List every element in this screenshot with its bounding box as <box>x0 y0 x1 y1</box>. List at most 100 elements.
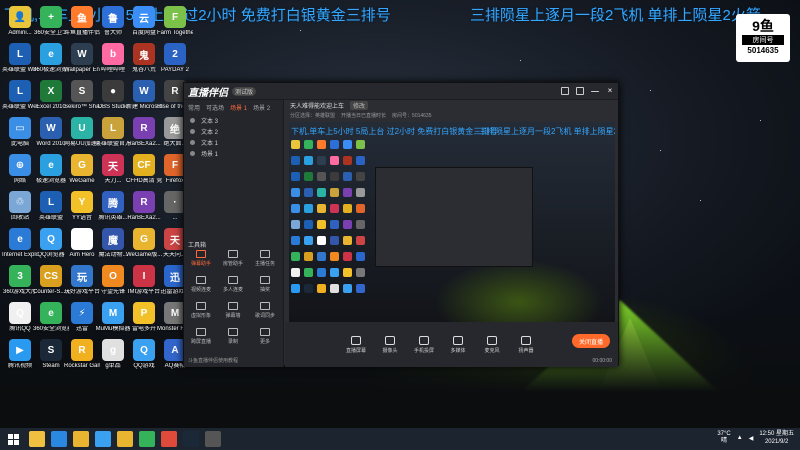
source-button[interactable]: 直播屏幕 <box>345 335 367 354</box>
preview-mini-icon <box>356 252 365 261</box>
preview-mini-icon <box>304 268 313 277</box>
source-button[interactable]: 摄像头 <box>379 335 401 354</box>
tool-button[interactable]: 录制 <box>220 328 246 350</box>
tool-button[interactable]: 更多 <box>252 328 278 350</box>
tool-button[interactable]: 多人连麦 <box>220 276 246 298</box>
taskbar-steam-icon[interactable] <box>183 431 199 447</box>
volume-icon[interactable]: ◀ <box>749 435 754 442</box>
preview-mini-icon <box>317 236 326 245</box>
tool-button[interactable]: 弹幕墙 <box>220 302 246 324</box>
weather-desc: 晴 <box>721 438 728 444</box>
eye-icon[interactable] <box>190 151 195 156</box>
minimize-icon[interactable] <box>591 90 599 92</box>
eye-icon[interactable] <box>190 140 195 145</box>
app-icon: L <box>9 43 31 65</box>
clock-time: 12:50 星期五 <box>759 431 794 437</box>
live-companion-window[interactable]: 直播伴侣 测试版 × 常用 可选场 场景 1 场景 2 文本 3 文本 2 文本… <box>183 82 619 367</box>
tutorial-link[interactable]: 斗鱼直播伴侣使用教程 <box>188 357 238 364</box>
tab-optional[interactable]: 可选场 <box>206 103 224 112</box>
start-button[interactable] <box>0 428 26 450</box>
preview-overlay-right: 三排陨星上逐月一段2飞机 单排上陨星2火箭 <box>479 127 615 136</box>
source-button[interactable]: 手机投屏 <box>413 335 435 354</box>
stop-live-button[interactable]: 关闭直播 <box>572 334 610 348</box>
app-icon: O <box>102 265 124 287</box>
preview-mini-icon <box>317 252 326 261</box>
preview-mini-icon <box>304 172 313 181</box>
preview-mini-icon <box>304 140 313 149</box>
preview-mini-icon <box>291 220 300 229</box>
scene-item[interactable]: 场景 1 <box>184 148 283 159</box>
app-icon: L <box>40 191 62 213</box>
preview-mini-icon <box>343 236 352 245</box>
tool-label: 虚拟形象 <box>190 313 211 319</box>
app-icon: e <box>40 43 62 65</box>
app-icon: 鬼 <box>133 43 155 65</box>
source-icon <box>419 335 429 345</box>
preview-mini-icon <box>343 252 352 261</box>
app-icon: M <box>102 302 124 324</box>
eye-icon[interactable] <box>190 129 195 134</box>
app-icon: R <box>133 117 155 139</box>
preview-mini-icon <box>330 252 339 261</box>
taskbar-obs-icon[interactable] <box>205 431 221 447</box>
tab-common[interactable]: 常用 <box>188 103 200 112</box>
source-icon <box>385 335 395 345</box>
tool-button[interactable]: 跨屏直播 <box>188 328 214 350</box>
source-button[interactable]: 麦克风 <box>481 335 503 354</box>
weather-widget[interactable]: 37°C 晴 <box>717 431 730 445</box>
taskbar-qq-icon[interactable] <box>95 431 111 447</box>
edit-title-button[interactable]: 修改 <box>350 101 369 110</box>
source-button[interactable]: 多媒体 <box>447 335 469 354</box>
app-icon: Q <box>9 302 31 324</box>
notification-icon[interactable] <box>561 87 569 95</box>
taskbar-wegame-icon[interactable] <box>117 431 133 447</box>
preview-mini-icon <box>291 156 300 165</box>
app-icon: P <box>133 302 155 324</box>
app-icon: e <box>9 228 31 250</box>
preview-mini-icon <box>356 220 365 229</box>
source-icon <box>453 335 463 345</box>
eye-icon[interactable] <box>190 118 195 123</box>
taskbar-folder-icon[interactable] <box>73 431 89 447</box>
settings-icon[interactable] <box>576 87 584 95</box>
tool-icon <box>196 328 206 336</box>
preview-mini-icon <box>330 140 339 149</box>
taskbar-edge-icon[interactable] <box>51 431 67 447</box>
tool-button[interactable]: 虚拟形象 <box>188 302 214 324</box>
tool-button[interactable]: 视频连麦 <box>188 276 214 298</box>
tool-button[interactable]: 歌词同步 <box>252 302 278 324</box>
tab-scene-1[interactable]: 场景 1 <box>230 103 247 112</box>
source-button[interactable]: 扬声器 <box>515 335 537 354</box>
taskbar-explorer-icon[interactable] <box>29 431 45 447</box>
stream-preview[interactable]: 下机,单车上5小时 5局上台 过2小时 免费打白银黄金三排号 三排陨星上逐月一段… <box>289 122 615 322</box>
tool-button[interactable]: 抽奖 <box>252 276 278 298</box>
preview-mini-icon <box>356 204 365 213</box>
app-icon: R <box>133 191 155 213</box>
source-icon <box>487 335 497 345</box>
app-icon: ♲ <box>9 191 31 213</box>
app-icon: ● <box>102 80 124 102</box>
preview-mini-icon <box>356 188 365 197</box>
scene-item[interactable]: 文本 2 <box>184 126 283 137</box>
desktop-icon[interactable]: 2 PAYDAY 2 <box>157 43 193 85</box>
tab-scene-2[interactable]: 场景 2 <box>253 103 270 112</box>
scene-item[interactable]: 文本 3 <box>184 115 283 126</box>
category-select[interactable]: 分区选择：英雄联盟 <box>290 112 335 119</box>
desktop-icon[interactable]: F Farm Together <box>157 6 193 48</box>
tool-button[interactable]: 主播任务 <box>252 250 278 272</box>
taskbar-chrome-icon[interactable] <box>161 431 177 447</box>
app-title-bar[interactable]: 直播伴侣 测试版 × <box>184 83 618 100</box>
taskbar-360-icon[interactable] <box>139 431 155 447</box>
preview-mini-icon <box>356 140 365 149</box>
preview-mini-icon <box>330 188 339 197</box>
close-icon[interactable]: × <box>606 87 614 95</box>
clock[interactable]: 12:50 星期五 2021/9/2 <box>759 430 794 446</box>
network-icon[interactable]: ▲ <box>737 435 743 441</box>
scene-item[interactable]: 文本 1 <box>184 137 283 148</box>
preview-mini-icon <box>291 236 300 245</box>
tool-button[interactable]: 房管助手 <box>220 250 246 272</box>
preview-area: 天人难得能欢迎上车 修改 分区选择：英雄联盟 开播当日已直播时长 房间号：501… <box>285 100 618 367</box>
source-label: 摄像头 <box>382 347 398 354</box>
tool-button[interactable]: 弹幕助手 <box>188 250 214 272</box>
tool-label: 多人连麦 <box>222 287 243 293</box>
